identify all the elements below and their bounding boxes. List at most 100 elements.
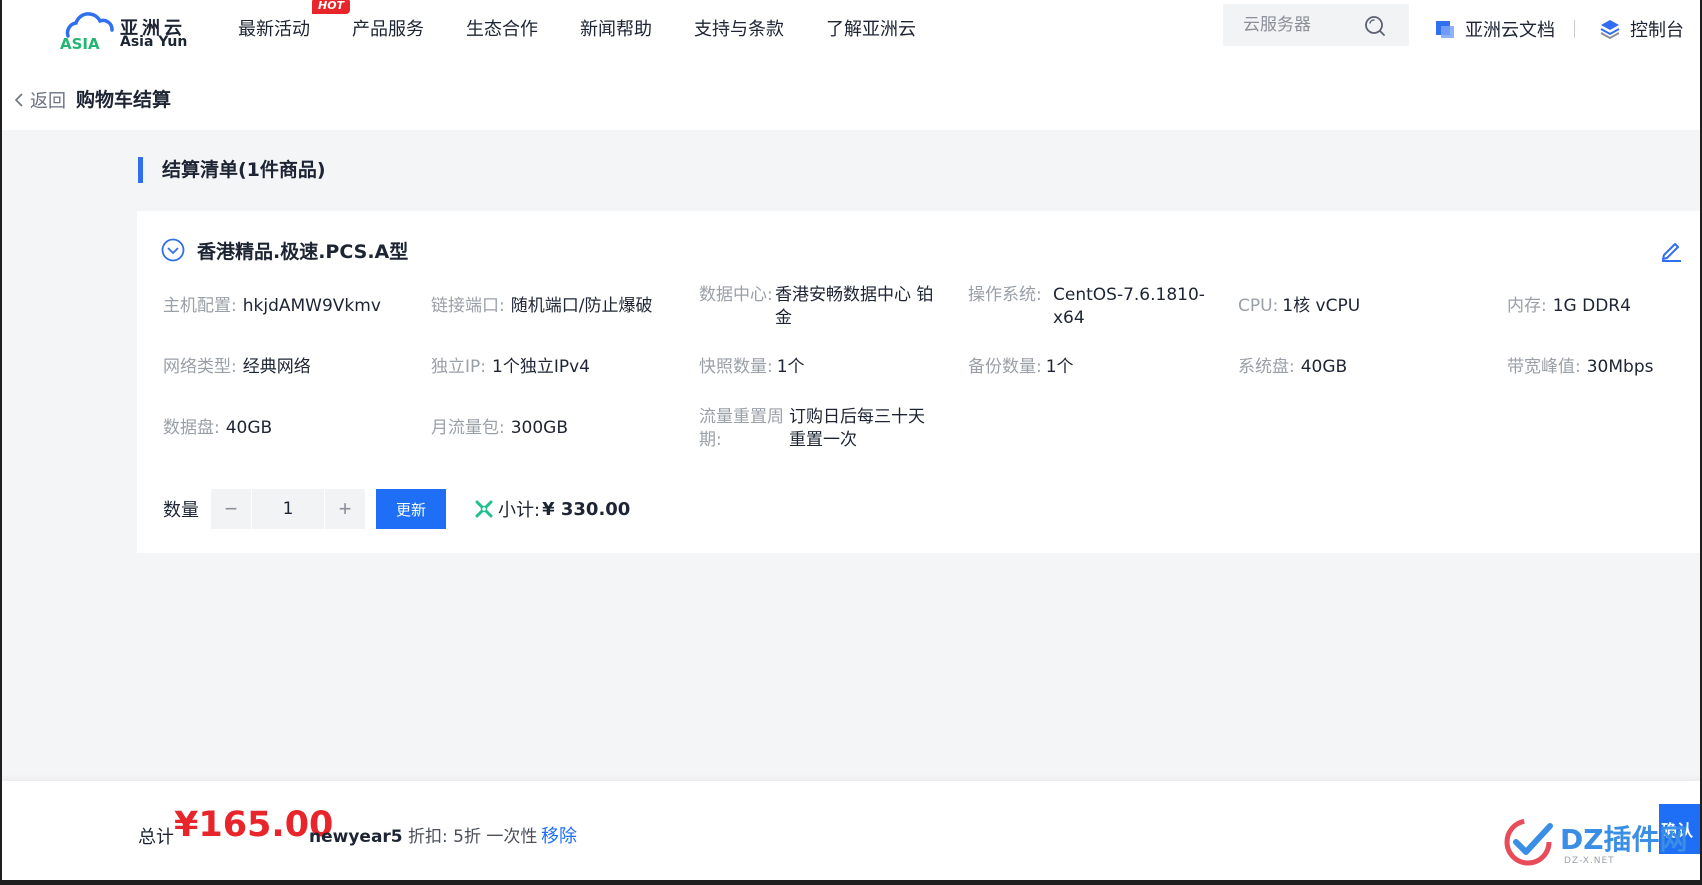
checkout-footer: 总计 ¥165.00 newyear5 折扣: 5折 一次性 移除 确认: [2, 781, 1700, 880]
spec-label: 内存:: [1507, 296, 1547, 316]
search-icon[interactable]: [1363, 14, 1387, 38]
search-box: [1223, 4, 1409, 46]
subtotal-label: 小计:: [498, 500, 541, 521]
spec-value: 1G DDR4: [1552, 296, 1631, 316]
nav-item-ecosystem[interactable]: 生态合作: [466, 0, 538, 68]
spec-value: 1个: [776, 357, 805, 377]
spec-value: 订购日后每三十天重置一次: [789, 407, 925, 450]
spec-label: 备份数量:: [968, 357, 1042, 377]
logo[interactable]: ASIA 亚洲云 Asia Yun: [60, 12, 190, 52]
spec-label: 主机配置:: [163, 296, 237, 316]
spec-port: 链接端口: 随机端口/防止爆破: [431, 295, 652, 318]
checkout-page: ASIA 亚洲云 Asia Yun 最新活动 HOT 产品服务 生态合作 新闻帮…: [2, 0, 1700, 880]
spec-label: 链接端口:: [431, 296, 505, 316]
chevron-left-icon: [14, 93, 23, 107]
spec-value: 香港安畅数据中心 铂金: [775, 285, 934, 328]
cloud-logo-icon: ASIA: [60, 12, 114, 52]
subtotal: 小计: ¥ 330.00: [474, 496, 630, 522]
nav-item-support[interactable]: 支持与条款: [694, 0, 784, 68]
spec-ip: 独立IP: 1个独立IPv4: [431, 356, 590, 379]
nav-label: 生态合作: [466, 19, 538, 40]
spec-label: 操作系统:: [968, 285, 1042, 305]
remove-coupon-link[interactable]: 移除: [541, 822, 577, 848]
spec-memory: 内存: 1G DDR4: [1507, 295, 1631, 318]
spec-value: 40GB: [225, 418, 273, 438]
product-card: 香港精品.极速.PCS.A型 主机配置: hkjdAMW9Vkmv 链接端口: …: [137, 211, 1700, 553]
watermark-text: DZ插件网: [1560, 823, 1688, 856]
spec-value: 经典网络: [242, 357, 311, 377]
spec-label: 系统盘:: [1238, 357, 1295, 377]
docs-link[interactable]: 亚洲云文档: [1434, 16, 1555, 42]
watermark-check-icon: [1504, 818, 1553, 866]
nav-label: 新闻帮助: [580, 19, 652, 40]
spec-label: 数据中心:: [699, 285, 773, 305]
logo-en: Asia Yun: [120, 34, 188, 50]
nav-item-about[interactable]: 了解亚洲云: [826, 0, 916, 68]
back-link[interactable]: 返回: [14, 87, 66, 113]
console-link[interactable]: 控制台: [1599, 16, 1684, 42]
spec-value: 随机端口/防止爆破: [510, 296, 653, 316]
docs-label: 亚洲云文档: [1465, 20, 1555, 41]
header-divider: [1574, 20, 1575, 38]
top-header: ASIA 亚洲云 Asia Yun 最新活动 HOT 产品服务 生态合作 新闻帮…: [2, 0, 1700, 68]
console-label: 控制台: [1630, 20, 1684, 41]
nav-item-activities[interactable]: 最新活动 HOT: [238, 0, 351, 68]
page-title: 购物车结算: [76, 89, 172, 111]
spec-label: 快照数量:: [699, 357, 773, 377]
quantity-input[interactable]: [252, 489, 324, 529]
product-header[interactable]: 香港精品.极速.PCS.A型: [161, 235, 408, 265]
spec-value: 1核 vCPU: [1282, 296, 1361, 316]
update-button[interactable]: 更新: [376, 489, 446, 529]
coupon-info: newyear5 折扣: 5折 一次性: [309, 822, 537, 847]
nav-label: 产品服务: [352, 19, 424, 40]
spec-value: hkjdAMW9Vkmv: [242, 296, 381, 316]
spec-backup: 备份数量: 1个: [968, 356, 1074, 379]
console-icon: [1600, 20, 1620, 40]
nav-item-news[interactable]: 新闻帮助: [580, 0, 652, 68]
spec-label: 网络类型:: [163, 357, 237, 377]
logo-mark-text: ASIA: [60, 35, 100, 52]
main-nav: 最新活动 HOT 产品服务 生态合作 新闻帮助 支持与条款 了解亚洲云: [238, 0, 958, 68]
spec-network: 网络类型: 经典网络: [163, 356, 311, 379]
search-input[interactable]: [1223, 4, 1363, 46]
spec-cpu: CPU: 1核 vCPU: [1238, 295, 1360, 318]
spec-label: 数据盘:: [163, 418, 220, 438]
quantity-row: 数量 − + 更新 小计: ¥ 330.00: [163, 489, 630, 529]
watermark: DZ插件网 DZ-X.NET: [1502, 812, 1700, 872]
spec-datacenter: 数据中心: 香港安畅数据中心 铂金: [699, 284, 947, 330]
subtotal-value: ¥ 330.00: [542, 498, 631, 520]
total-label: 总计: [138, 827, 174, 848]
nav-label: 支持与条款: [694, 19, 784, 40]
coupon-code: newyear5: [309, 827, 403, 847]
edit-icon[interactable]: [1658, 237, 1684, 263]
quantity-decrease-button[interactable]: −: [211, 489, 251, 529]
spec-os: 操作系统: CentOS-7.6.1810-x64: [968, 284, 1208, 330]
spec-snapshot: 快照数量: 1个: [699, 356, 805, 379]
spec-value: 40GB: [1300, 357, 1348, 377]
spec-data-disk: 数据盘: 40GB: [163, 417, 272, 440]
spec-label: 带宽峰值:: [1507, 357, 1581, 377]
spec-traffic: 月流量包: 300GB: [431, 417, 568, 440]
hot-badge: HOT: [312, 0, 351, 14]
section-title: 结算清单(1件商品): [138, 157, 326, 183]
spec-value: 300GB: [510, 418, 569, 438]
spec-host: 主机配置: hkjdAMW9Vkmv: [163, 295, 381, 318]
spec-label: 流量重置周期:: [699, 407, 784, 450]
spec-value: CentOS-7.6.1810-x64: [1053, 285, 1205, 328]
spec-value: 30Mbps: [1586, 357, 1654, 377]
nav-item-products[interactable]: 产品服务: [352, 0, 424, 68]
spec-bandwidth: 带宽峰值: 30Mbps: [1507, 356, 1653, 379]
screen: ASIA 亚洲云 Asia Yun 最新活动 HOT 产品服务 生态合作 新闻帮…: [0, 0, 1702, 885]
spec-label: CPU:: [1238, 296, 1279, 316]
spec-value: 1个独立IPv4: [492, 357, 590, 377]
chevron-down-circle-icon[interactable]: [161, 238, 185, 262]
spec-label: 独立IP:: [431, 357, 486, 377]
spec-traffic-reset: 流量重置周期: 订购日后每三十天重置一次: [699, 406, 935, 452]
quantity-label: 数量: [163, 500, 199, 521]
nav-label: 了解亚洲云: [826, 19, 916, 40]
subtotal-icon: [475, 500, 493, 518]
back-label: 返回: [30, 91, 66, 112]
coupon-desc: 折扣: 5折 一次性: [408, 827, 538, 847]
quantity-increase-button[interactable]: +: [325, 489, 365, 529]
watermark-sub: DZ-X.NET: [1564, 856, 1615, 866]
